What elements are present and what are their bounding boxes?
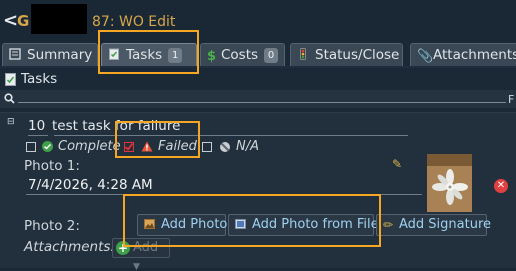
- photo1-label: Photo 1:: [24, 158, 80, 174]
- photo1-timestamp: 7/4/2026, 4:28 AM: [28, 177, 153, 193]
- complete-check-icon: [42, 141, 53, 152]
- collapse-icon[interactable]: ⊟: [7, 117, 15, 127]
- tab-costs-label: Costs: [221, 47, 259, 63]
- add-photo-label: Add Photo: [161, 217, 228, 232]
- page-title: 87: WO Edit: [92, 14, 176, 30]
- photo1-underline: [26, 194, 422, 195]
- search-bar: F: [0, 90, 516, 108]
- remove-photo-button[interactable]: ✕: [494, 179, 508, 193]
- add-attachment-button[interactable]: + Add ▼: [112, 238, 170, 271]
- tab-status-close-label: Status/Close: [315, 47, 400, 63]
- failed-label: Failed: [158, 139, 197, 154]
- tasks-count-badge: 1: [168, 48, 183, 63]
- filter-label[interactable]: F: [508, 93, 514, 106]
- complete-label: Complete: [58, 139, 121, 154]
- tab-costs[interactable]: $ Costs 0: [200, 43, 285, 67]
- chevron-down-icon: ▼: [133, 262, 140, 271]
- search-icon[interactable]: [4, 93, 15, 104]
- add-photo-from-file-button[interactable]: Add Photo from File: [228, 214, 379, 236]
- costs-count-badge: 0: [264, 48, 279, 63]
- task-name-underline: [28, 135, 408, 136]
- na-label: N/A: [236, 139, 259, 154]
- add-photo-button[interactable]: Add Photo: [137, 214, 228, 236]
- tab-summary-label: Summary: [27, 47, 93, 63]
- back-button[interactable]: <: [3, 11, 18, 31]
- add-signature-button[interactable]: ✏ Add Signature: [376, 214, 491, 236]
- pencil-icon[interactable]: ✎: [392, 157, 402, 171]
- summary-icon: [9, 48, 21, 60]
- photo2-label: Photo 2:: [24, 218, 80, 234]
- photo1-thumbnail[interactable]: [427, 154, 472, 212]
- add-photo-from-file-label: Add Photo from File: [252, 217, 379, 232]
- tab-tasks[interactable]: Tasks 1: [101, 43, 197, 67]
- tasks-icon: [109, 48, 119, 60]
- header-title-prefix: G: [17, 12, 30, 30]
- task-name-input[interactable]: test task for failure: [52, 118, 180, 134]
- dollar-icon: $: [207, 49, 217, 64]
- search-input[interactable]: [18, 102, 506, 103]
- traffic-light-icon: [300, 48, 306, 60]
- redacted-block: [31, 4, 87, 34]
- pen-icon: ✏: [383, 218, 394, 232]
- tab-bar: Summary Tasks 1 $ Costs 0 Status/Close 📎Att…: [0, 41, 516, 67]
- task-name-gap: [48, 135, 54, 136]
- tab-attachments[interactable]: 📎Attachments: [410, 43, 516, 67]
- attachments-label: Attachments:: [24, 239, 115, 255]
- tab-tasks-label: Tasks: [126, 47, 163, 63]
- image-icon: [144, 219, 155, 229]
- complete-checkbox[interactable]: [26, 142, 36, 152]
- tab-attachments-label: Attachments: [433, 47, 516, 63]
- tasks-section-title: Tasks: [21, 71, 58, 87]
- task-number[interactable]: 10: [28, 118, 45, 134]
- tab-status-close[interactable]: Status/Close: [290, 43, 403, 67]
- add-attachment-label: Add: [133, 240, 159, 255]
- paperclip-icon: 📎: [417, 49, 434, 64]
- warning-icon: [141, 141, 153, 152]
- failed-checkbox[interactable]: [124, 142, 134, 152]
- file-image-icon: [235, 219, 246, 229]
- tasks-section-header: Tasks: [0, 68, 516, 90]
- tab-summary[interactable]: Summary: [2, 43, 98, 67]
- app-header: < G 87: WO Edit: [0, 0, 516, 41]
- plus-icon: +: [116, 241, 130, 255]
- tasks-icon: [5, 73, 16, 86]
- na-icon: [220, 142, 230, 152]
- na-checkbox[interactable]: [202, 142, 212, 152]
- add-signature-label: Add Signature: [399, 217, 492, 232]
